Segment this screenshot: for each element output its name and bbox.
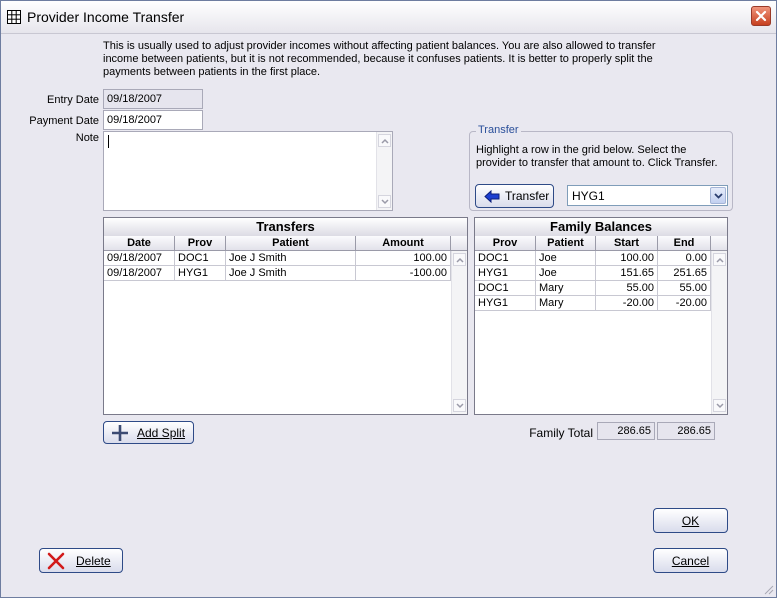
date-cell: 09/18/2007 [104, 251, 175, 265]
provider-select-value: HYG1 [572, 189, 605, 203]
patient-cell: Joe [536, 266, 596, 280]
add-split-button[interactable]: Add Split [103, 421, 194, 444]
prov-cell: HYG1 [475, 266, 536, 280]
cancel-button[interactable]: Cancel [653, 548, 728, 573]
chevron-up-icon [381, 138, 389, 144]
scroll-up-button[interactable] [713, 253, 726, 266]
chevron-down-icon [716, 403, 724, 409]
end-cell: -20.00 [658, 296, 711, 310]
note-scrollbar[interactable] [376, 132, 392, 210]
entry-date-label: Entry Date [47, 94, 99, 106]
resize-grip-icon[interactable] [764, 585, 774, 595]
column-header[interactable]: End [658, 236, 711, 250]
entry-date-field: 09/18/2007 [103, 89, 203, 109]
transfers-grid-header: Date Prov Patient Amount [104, 236, 467, 251]
family-total-start: 286.65 [597, 422, 655, 440]
column-header[interactable]: Prov [175, 236, 226, 250]
prov-cell: DOC1 [475, 281, 536, 295]
chevron-up-icon [716, 257, 724, 263]
table-row[interactable]: DOC1 Joe 100.00 0.00 [475, 251, 711, 266]
note-textarea[interactable] [103, 131, 393, 211]
delete-button[interactable]: Delete [39, 548, 123, 573]
transfers-grid[interactable]: Transfers Date Prov Patient Amount 09/18… [103, 217, 468, 415]
column-header[interactable]: Amount [356, 236, 451, 250]
chevron-down-icon [714, 193, 723, 199]
payment-date-field[interactable]: 09/18/2007 [103, 110, 203, 130]
date-cell: 09/18/2007 [104, 266, 175, 280]
chevron-up-icon [456, 257, 464, 263]
scroll-down-button[interactable] [453, 399, 466, 412]
dropdown-button[interactable] [710, 187, 726, 204]
table-row[interactable]: 09/18/2007 DOC1 Joe J Smith 100.00 [104, 251, 451, 266]
family-balances-grid-header: Prov Patient Start End [475, 236, 727, 251]
prov-cell: DOC1 [175, 251, 226, 265]
transfer-button-label: Transfer [505, 189, 550, 203]
start-cell: -20.00 [596, 296, 658, 310]
patient-cell: Mary [536, 281, 596, 295]
table-row[interactable]: DOC1 Mary 55.00 55.00 [475, 281, 711, 296]
patient-cell: Joe J Smith [226, 251, 356, 265]
arrow-left-icon [484, 190, 500, 203]
amount-cell: 100.00 [356, 251, 451, 265]
grid-app-icon [7, 10, 21, 24]
title-bar: Provider Income Transfer [1, 1, 776, 34]
ok-label: OK [681, 514, 700, 528]
ok-button[interactable]: OK [653, 508, 728, 533]
scroll-down-button[interactable] [378, 195, 391, 208]
prov-cell: HYG1 [475, 296, 536, 310]
column-header[interactable]: Start [596, 236, 658, 250]
family-total-label: Family Total [529, 426, 593, 440]
add-split-label: Add Split [137, 426, 186, 440]
cancel-label: Cancel [671, 554, 710, 568]
start-cell: 55.00 [596, 281, 658, 295]
column-header[interactable]: Prov [475, 236, 536, 250]
table-row[interactable]: HYG1 Joe 151.65 251.65 [475, 266, 711, 281]
payment-date-label: Payment Date [29, 115, 99, 127]
provider-select[interactable]: HYG1 [567, 185, 728, 206]
prov-cell: DOC1 [475, 251, 536, 265]
end-cell: 251.65 [658, 266, 711, 280]
column-header[interactable]: Patient [536, 236, 596, 250]
plus-icon [112, 425, 128, 441]
patient-cell: Mary [536, 296, 596, 310]
close-button[interactable] [751, 6, 771, 26]
scroll-up-button[interactable] [378, 134, 391, 147]
delete-label: Delete [76, 554, 111, 568]
transfer-group-legend: Transfer [476, 124, 521, 136]
transfers-grid-scrollbar[interactable] [451, 251, 467, 414]
intro-text: This is usually used to adjust provider … [103, 40, 656, 78]
start-cell: 151.65 [596, 266, 658, 280]
column-header[interactable]: Date [104, 236, 175, 250]
end-cell: 0.00 [658, 251, 711, 265]
patient-cell: Joe [536, 251, 596, 265]
amount-cell: -100.00 [356, 266, 451, 280]
table-row[interactable]: HYG1 Mary -20.00 -20.00 [475, 296, 711, 311]
end-cell: 55.00 [658, 281, 711, 295]
scroll-down-button[interactable] [713, 399, 726, 412]
prov-cell: HYG1 [175, 266, 226, 280]
text-cursor [108, 135, 109, 148]
transfer-button[interactable]: Transfer [475, 184, 554, 208]
window-title: Provider Income Transfer [27, 9, 185, 25]
chevron-down-icon [381, 199, 389, 205]
transfer-help-text: Highlight a row in the grid below. Selec… [476, 144, 718, 169]
close-icon [755, 10, 767, 22]
family-balances-grid[interactable]: Family Balances Prov Patient Start End D… [474, 217, 728, 415]
provider-income-transfer-window: Provider Income Transfer This is usually… [0, 0, 777, 598]
transfers-grid-title: Transfers [104, 218, 467, 237]
delete-x-icon [47, 552, 65, 570]
family-balances-grid-title: Family Balances [475, 218, 727, 237]
table-row[interactable]: 09/18/2007 HYG1 Joe J Smith -100.00 [104, 266, 451, 281]
note-label: Note [75, 132, 99, 144]
chevron-down-icon [456, 403, 464, 409]
patient-cell: Joe J Smith [226, 266, 356, 280]
column-header[interactable]: Patient [226, 236, 356, 250]
family-total-end: 286.65 [657, 422, 715, 440]
family-balances-grid-scrollbar[interactable] [711, 251, 727, 414]
start-cell: 100.00 [596, 251, 658, 265]
scroll-up-button[interactable] [453, 253, 466, 266]
